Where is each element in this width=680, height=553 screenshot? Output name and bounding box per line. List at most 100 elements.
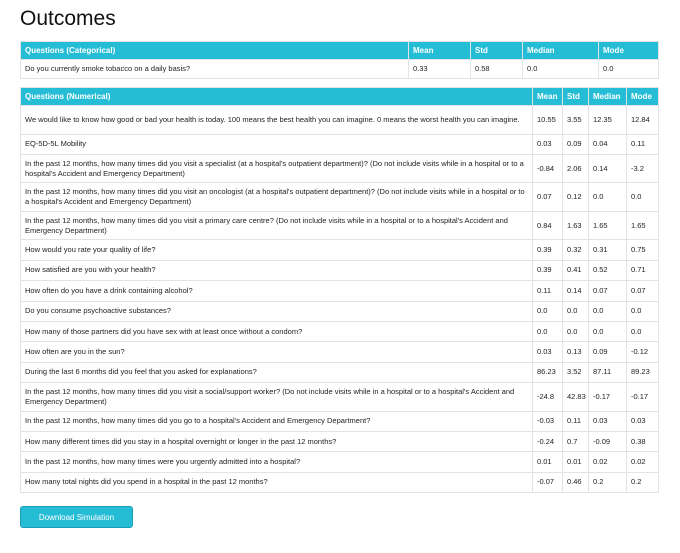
column-header: Mean [532,87,563,106]
categorical-header-row: Questions (Categorical) Mean Std Median … [20,41,659,60]
std-cell: 0.46 [562,471,589,494]
question-cell: EQ-5D-5L Mobility [20,133,533,155]
mean-cell: -24.8 [532,382,563,412]
mode-cell: -0.17 [626,382,659,412]
column-header: Mode [598,41,659,60]
std-cell: 0.01 [562,451,589,473]
categorical-table: Questions (Categorical) Mean Std Median … [20,41,659,79]
median-cell: 0.0 [522,59,599,79]
question-cell: We would like to know how good or bad yo… [20,105,533,135]
median-cell: 0.03 [588,410,627,433]
median-cell: 0.09 [588,341,627,363]
median-cell: 0.0 [588,300,627,322]
question-cell: Do you currently smoke tobacco on a dail… [20,59,409,79]
page: Outcomes Questions (Categorical) Mean St… [0,0,680,529]
mean-cell: -0.84 [532,153,563,184]
question-cell: In the past 12 months, how many times di… [20,182,533,212]
mean-cell: -0.07 [532,471,563,494]
table-row: In the past 12 months, how many times di… [20,382,659,412]
column-header: Median [588,87,627,106]
mean-cell: 10.55 [532,105,563,135]
mode-cell: 0.75 [626,239,659,261]
std-cell: 2.06 [562,153,589,184]
question-cell: In the past 12 months, how many times we… [20,451,533,473]
question-cell: How would you rate your quality of life? [20,239,533,261]
column-header: Questions (Categorical) [20,41,409,60]
std-cell: 0.09 [562,133,589,155]
std-cell: 3.55 [562,105,589,135]
median-cell: 1.65 [588,210,627,241]
mean-cell: 0.07 [532,182,563,212]
mean-cell: 0.0 [532,320,563,343]
table-row: We would like to know how good or bad yo… [20,105,659,135]
table-row: How often do you have a drink containing… [20,280,659,302]
table-row: How many total nights did you spend in a… [20,471,659,494]
column-header: Median [522,41,599,60]
mode-cell: 0.03 [626,410,659,433]
table-row: Do you currently smoke tobacco on a dail… [20,59,659,79]
numerical-table-body: We would like to know how good or bad yo… [20,105,659,494]
question-cell: During the last 6 months did you feel th… [20,361,533,384]
question-cell: How often are you in the sun? [20,341,533,363]
table-row: How often are you in the sun? 0.03 0.13 0.0… [20,341,659,363]
std-cell: 0.0 [562,300,589,322]
table-row: In the past 12 months, how many times di… [20,182,659,212]
question-cell: In the past 12 months, how many times di… [20,410,533,433]
median-cell: 0.04 [588,133,627,155]
mean-cell: -0.03 [532,410,563,433]
table-row: In the past 12 months, how many times di… [20,153,659,184]
column-header: Std [562,87,589,106]
table-row: In the past 12 months, how many times di… [20,210,659,241]
mean-cell: 0.84 [532,210,563,241]
mode-cell: -0.12 [626,341,659,363]
std-cell: 0.12 [562,182,589,212]
median-cell: 12.35 [588,105,627,135]
mode-cell: 0.02 [626,451,659,473]
std-cell: 0.41 [562,259,589,282]
std-cell: 0.0 [562,320,589,343]
mean-cell: 0.11 [532,280,563,302]
mean-cell: 0.33 [408,59,471,79]
table-row: How would you rate your quality of life?… [20,239,659,261]
std-cell: 0.7 [562,431,589,453]
median-cell: 0.31 [588,239,627,261]
median-cell: 87.11 [588,361,627,384]
numerical-header-row: Questions (Numerical) Mean Std Median Mo… [20,87,659,106]
table-row: How many different times did you stay in… [20,431,659,453]
std-cell: 0.58 [470,59,523,79]
page-title: Outcomes [20,7,116,30]
mode-cell: 0.0 [626,320,659,343]
mean-cell: 86.23 [532,361,563,384]
std-cell: 1.63 [562,210,589,241]
median-cell: 0.02 [588,451,627,473]
median-cell: -0.17 [588,382,627,412]
table-row: In the past 12 months, how many times we… [20,451,659,473]
question-cell: In the past 12 months, how many times di… [20,210,533,241]
mode-cell: 0.0 [598,59,659,79]
median-cell: -0.09 [588,431,627,453]
mode-cell: 0.38 [626,431,659,453]
question-cell: Do you consume psychoactive substances? [20,300,533,322]
mode-cell: 0.07 [626,280,659,302]
median-cell: 0.14 [588,153,627,184]
mode-cell: 0.11 [626,133,659,155]
table-row: In the past 12 months, how many times di… [20,410,659,433]
median-cell: 0.07 [588,280,627,302]
column-header: Questions (Numerical) [20,87,533,106]
column-header: Std [470,41,523,60]
table-row: EQ-5D-5L Mobility 0.03 0.09 0.04 0.11 [20,133,659,155]
download-simulation-button[interactable]: Download Simulation [20,506,133,529]
mode-cell: -3.2 [626,153,659,184]
table-row: How many of those partners did you have … [20,320,659,343]
mode-cell: 0.0 [626,182,659,212]
question-cell: How many of those partners did you have … [20,320,533,343]
mode-cell: 0.2 [626,471,659,494]
std-cell: 0.14 [562,280,589,302]
mean-cell: 0.39 [532,259,563,282]
column-header: Mean [408,41,471,60]
numerical-table: Questions (Numerical) Mean Std Median Mo… [20,87,659,494]
question-cell: In the past 12 months, how many times di… [20,382,533,412]
mean-cell: 0.03 [532,133,563,155]
table-row: Do you consume psychoactive substances? 0… [20,300,659,322]
mode-cell: 0.71 [626,259,659,282]
